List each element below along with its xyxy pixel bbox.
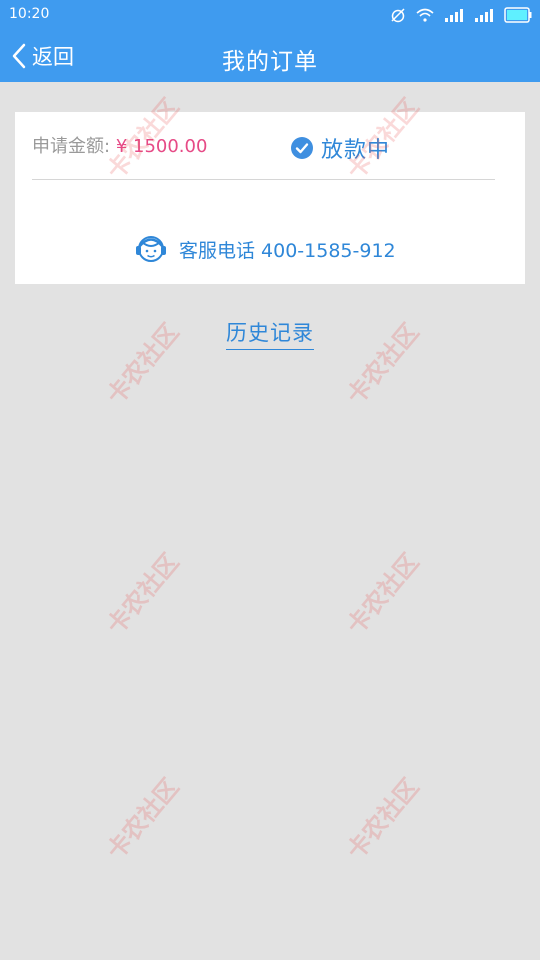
divider bbox=[32, 179, 495, 180]
watermark: 卡农社区 bbox=[341, 773, 425, 865]
amount-row: 申请金额: ¥ 1500.00 bbox=[32, 132, 207, 158]
customer-service-icon bbox=[136, 236, 166, 262]
alarm-off-icon bbox=[391, 8, 405, 23]
status-time: 10:20 bbox=[9, 6, 50, 22]
check-circle-icon bbox=[291, 137, 313, 159]
hotline-text: 客服电话 400-1585-912 bbox=[179, 239, 396, 262]
status-text: 放款中 bbox=[321, 138, 391, 163]
watermark: 卡农社区 bbox=[341, 548, 425, 640]
order-status: 放款中 bbox=[291, 132, 390, 164]
history-records-label: 历史记录 bbox=[226, 321, 314, 350]
wifi-icon bbox=[416, 8, 434, 22]
status-icons bbox=[390, 6, 532, 24]
page-title: 我的订单 bbox=[222, 49, 318, 75]
history-records-link[interactable]: 历史记录 bbox=[0, 317, 540, 350]
battery-icon bbox=[504, 7, 532, 23]
signal-icon-2 bbox=[475, 9, 493, 22]
watermark: 卡农社区 bbox=[101, 548, 185, 640]
amount-label: 申请金额: bbox=[32, 136, 111, 157]
signal-icon bbox=[445, 9, 463, 22]
status-bar: 10:20 bbox=[0, 0, 540, 30]
watermark: 卡农社区 bbox=[101, 773, 185, 865]
order-card: 申请金额: ¥ 1500.00 放款中 客服电话 400-1585-912 bbox=[15, 112, 525, 284]
customer-service-hotline[interactable]: 客服电话 400-1585-912 bbox=[133, 230, 396, 268]
amount-value: ¥ 1500.00 bbox=[115, 136, 208, 157]
nav-bar: 返回 我的订单 bbox=[0, 30, 540, 82]
